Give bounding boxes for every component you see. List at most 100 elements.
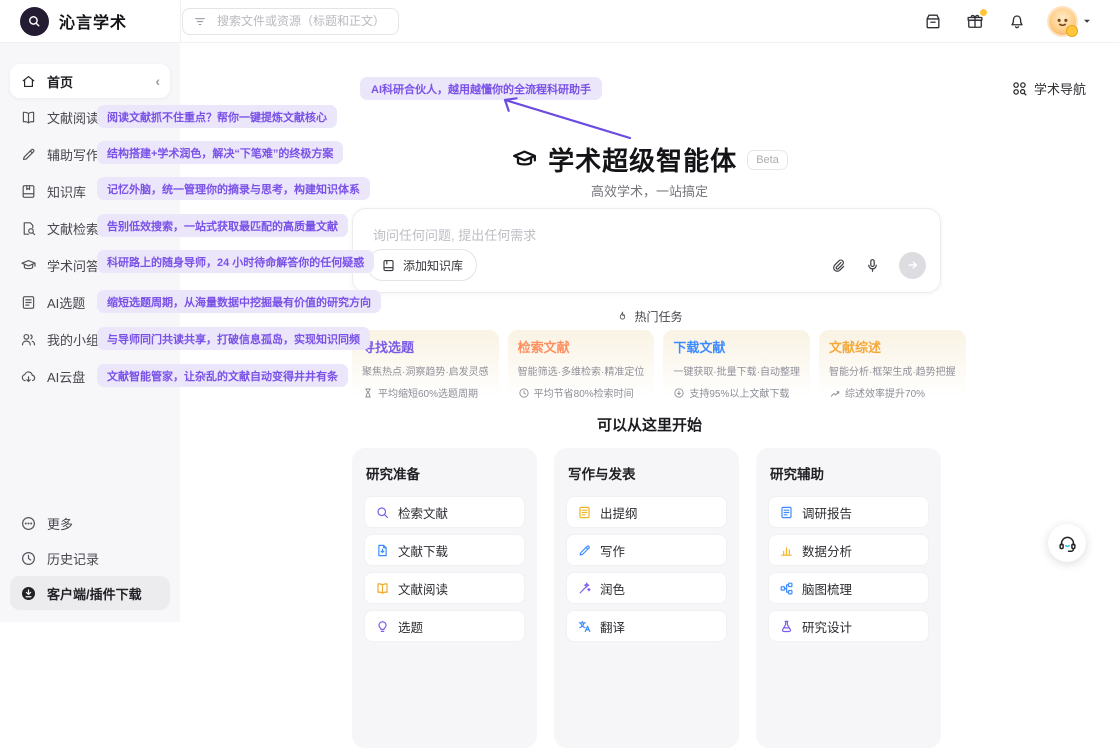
- academic-nav-link[interactable]: 学术导航: [1011, 79, 1086, 98]
- start-column-title: 写作与发表: [568, 463, 725, 483]
- sidebar-item-literature-reading[interactable]: 文献阅读: [10, 99, 170, 135]
- user-menu[interactable]: [1049, 8, 1093, 35]
- grid-nav-icon: [1011, 80, 1028, 97]
- quick-action-label: 翻译: [600, 617, 625, 636]
- sidebar-item-label: 历史记录: [47, 549, 99, 568]
- customer-support-button[interactable]: [1048, 524, 1086, 562]
- storage-box-icon[interactable]: [923, 11, 943, 31]
- quick-action-research-report[interactable]: 调研报告: [768, 496, 929, 528]
- trend-icon: [829, 387, 841, 399]
- sidebar-item-label: 文献阅读: [47, 108, 99, 127]
- doc-search-icon: [20, 220, 37, 237]
- home-icon: [20, 73, 37, 90]
- sidebar-item-label: 客户端/插件下载: [47, 584, 142, 603]
- quick-action-outline[interactable]: 出提纲: [566, 496, 727, 528]
- journal-icon: [20, 183, 37, 200]
- quick-action-label: 检索文献: [398, 503, 448, 522]
- sidebar-item-client-download[interactable]: 客户端/插件下载: [10, 576, 170, 610]
- send-button[interactable]: [899, 252, 926, 279]
- filter-icon: [193, 14, 207, 28]
- sidebar-item-label: AI选题: [47, 293, 85, 312]
- notification-bell-icon[interactable]: [1007, 11, 1027, 31]
- sidebar-item-writing-assist[interactable]: 辅助写作: [10, 136, 170, 172]
- report-icon: [779, 505, 794, 520]
- sidebar-item-ai-topic[interactable]: AI选题: [10, 284, 170, 320]
- hot-task-card-search-literature[interactable]: 检索文献智能筛选·多维检索·精准定位平均节省80%检索时间: [508, 330, 655, 409]
- hot-task-stat: 平均节省80%检索时间: [518, 385, 645, 400]
- hot-task-card-find-topic[interactable]: 寻找选题聚焦热点·洞察趋势·启发灵感平均缩短60%选题周期: [352, 330, 499, 409]
- avatar-badge: [1066, 25, 1078, 37]
- search-input[interactable]: [215, 13, 388, 29]
- quick-action-search-literature[interactable]: 检索文献: [364, 496, 525, 528]
- collapse-sidebar-button[interactable]: ‹: [155, 74, 160, 88]
- quick-action-writing[interactable]: 写作: [566, 534, 727, 566]
- quick-action-literature-download[interactable]: 文献下载: [364, 534, 525, 566]
- quick-action-data-analysis[interactable]: 数据分析: [768, 534, 929, 566]
- quick-action-label: 研究设计: [802, 617, 852, 636]
- app-logo[interactable]: 沁言学术: [0, 7, 160, 36]
- hot-task-desc: 聚焦热点·洞察趋势·启发灵感: [362, 363, 489, 378]
- start-here-label: 可以从这里开始: [180, 414, 1119, 435]
- pen-icon: [577, 543, 592, 558]
- sidebar-item-literature-search[interactable]: 文献检索: [10, 210, 170, 246]
- prompt-input[interactable]: [371, 223, 926, 251]
- quick-action-mindmap[interactable]: 脑图梳理: [768, 572, 929, 604]
- quick-action-research-design[interactable]: 研究设计: [768, 610, 929, 642]
- global-search[interactable]: [182, 8, 399, 35]
- add-knowledge-base-button[interactable]: 添加知识库: [367, 249, 477, 281]
- quick-action-label: 选题: [398, 617, 423, 636]
- app-name: 沁言学术: [59, 9, 127, 33]
- sidebar-item-my-groups[interactable]: 我的小组: [10, 321, 170, 357]
- ai-composer: 添加知识库: [352, 208, 941, 293]
- flame-icon: [616, 310, 629, 323]
- quick-action-label: 写作: [600, 541, 625, 560]
- doc-lines-icon: [577, 505, 592, 520]
- quick-action-label: 数据分析: [802, 541, 852, 560]
- quick-action-label: 脑图梳理: [802, 579, 852, 598]
- hot-task-stat: 综述效率提升70%: [829, 385, 956, 400]
- pen-icon: [20, 146, 37, 163]
- doc-download-icon: [375, 543, 390, 558]
- hot-task-title: 寻找选题: [362, 337, 489, 356]
- page-subtitle: 高效学术，一站搞定: [180, 181, 1119, 200]
- beta-badge: Beta: [747, 150, 788, 170]
- sidebar-item-label: 文献检索: [47, 219, 99, 238]
- logo-magnifier-icon: [20, 7, 49, 36]
- paperclip-icon[interactable]: [829, 257, 846, 274]
- book-open-icon: [375, 581, 390, 596]
- sidebar-item-label: AI云盘: [47, 367, 85, 386]
- add-knowledge-base-label: 添加知识库: [403, 257, 463, 274]
- hot-task-title: 下载文献: [673, 337, 800, 356]
- quick-action-label: 文献阅读: [398, 579, 448, 598]
- hot-task-card-literature-review[interactable]: 文献综述智能分析·框架生成·趋势把握综述效率提升70%: [819, 330, 966, 409]
- sidebar-item-ai-cloud[interactable]: AI云盘: [10, 358, 170, 394]
- clock-icon: [518, 387, 530, 399]
- header-divider: [180, 0, 181, 42]
- mindmap-icon: [779, 581, 794, 596]
- sidebar-item-home[interactable]: 首页‹: [10, 64, 170, 98]
- cloud-icon: [20, 368, 37, 385]
- quick-action-label: 出提纲: [600, 503, 638, 522]
- search-icon: [375, 505, 390, 520]
- quick-action-label: 润色: [600, 579, 625, 598]
- sidebar-item-more[interactable]: 更多: [10, 506, 170, 540]
- flask-icon: [779, 619, 794, 634]
- quick-action-literature-reading[interactable]: 文献阅读: [364, 572, 525, 604]
- translate-icon: [577, 619, 592, 634]
- sidebar-item-academic-qa[interactable]: 学术问答: [10, 247, 170, 283]
- gift-icon[interactable]: [965, 11, 985, 31]
- start-column-title: 研究准备: [366, 463, 523, 483]
- bulb-icon: [375, 619, 390, 634]
- doc-lines-icon: [20, 294, 37, 311]
- start-column-title: 研究辅助: [770, 463, 927, 483]
- hot-task-stat: 支持95%以上文献下载: [673, 385, 800, 400]
- quick-action-topic-selection[interactable]: 选题: [364, 610, 525, 642]
- sidebar-item-history[interactable]: 历史记录: [10, 541, 170, 575]
- hot-task-card-download-literature[interactable]: 下载文献一键获取·批量下载·自动整理支持95%以上文献下载: [663, 330, 810, 409]
- quick-action-translate[interactable]: 翻译: [566, 610, 727, 642]
- sidebar-item-knowledge-base[interactable]: 知识库: [10, 173, 170, 209]
- notification-dot: [979, 8, 988, 17]
- sidebar-item-label: 学术问答: [47, 256, 99, 275]
- microphone-icon[interactable]: [864, 257, 881, 274]
- quick-action-polish[interactable]: 润色: [566, 572, 727, 604]
